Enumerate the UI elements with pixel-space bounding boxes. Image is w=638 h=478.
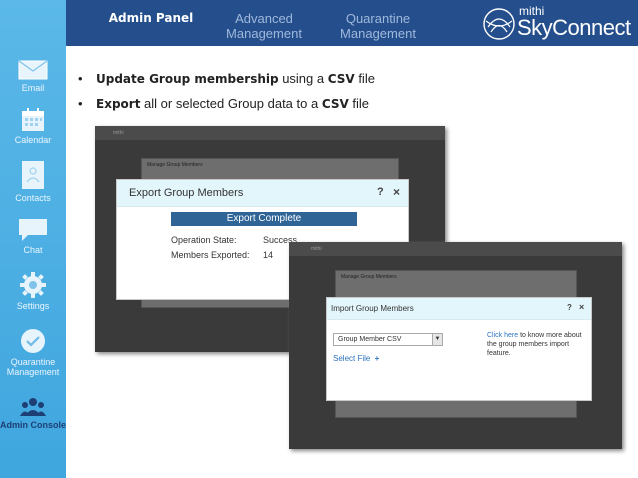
- export-dialog-title: Export Group Members: [129, 187, 244, 199]
- export-dialog-header: Export Group Members ? ×: [117, 180, 408, 207]
- sidebar-item-chat[interactable]: Chat: [0, 218, 66, 255]
- bullet-text: file: [354, 71, 375, 86]
- app-name: mithi: [113, 130, 124, 136]
- close-icon[interactable]: ×: [579, 302, 584, 312]
- chevron-down-icon[interactable]: ▼: [432, 334, 442, 345]
- help-icon[interactable]: ?: [567, 303, 572, 312]
- import-type-value: Group Member CSV: [338, 336, 402, 343]
- skyconnect-logo-icon: [483, 8, 515, 40]
- chat-bubble-icon: [19, 219, 47, 241]
- bullet-update-membership: • Update Group membership using a CSV fil…: [78, 71, 375, 86]
- import-screenshot: mithi Manage Group Members Import Group …: [289, 242, 622, 449]
- sidebar-item-contacts[interactable]: Contacts: [0, 160, 66, 203]
- bullet-marker: •: [78, 71, 83, 86]
- bullet-bold: Update Group membership: [96, 72, 279, 86]
- tab-quarantine-management[interactable]: Quarantine Management: [328, 11, 428, 41]
- manage-members-title: Manage Group Members: [341, 274, 397, 280]
- sidebar-item-email[interactable]: Email: [0, 60, 66, 93]
- sidebar-item-settings[interactable]: Settings: [0, 272, 66, 311]
- bullet-bold: CSV: [321, 97, 349, 111]
- members-exported-value: 14: [263, 250, 274, 260]
- bullet-text: all or selected Group data to a: [140, 96, 322, 111]
- bullet-text: file: [348, 96, 370, 111]
- bullet-bold: CSV: [327, 72, 355, 86]
- import-type-select[interactable]: Group Member CSV ▼: [333, 333, 443, 346]
- sidebar-item-quarantine[interactable]: Quarantine Management: [0, 328, 66, 377]
- sidebar: Email Calendar Contacts Chat Settings Qu…: [0, 0, 66, 478]
- import-help-text: Click here to know more about the group …: [487, 331, 591, 358]
- app-toolbar: [95, 126, 445, 140]
- sidebar-item-label: Settings: [16, 301, 50, 311]
- members-exported-label: Members Exported:: [171, 250, 250, 260]
- select-file-label: Select File: [333, 354, 371, 363]
- sidebar-item-label: Contacts: [15, 193, 51, 203]
- bullet-bold: Export: [96, 97, 141, 111]
- gear-icon: [20, 272, 46, 298]
- help-link[interactable]: Click here: [487, 332, 518, 339]
- sidebar-item-admin-console[interactable]: Admin Console: [0, 397, 66, 430]
- sidebar-item-label: Admin Console: [0, 420, 67, 430]
- bullet-export: • Export all or selected Group data to a …: [78, 96, 369, 111]
- app-toolbar: [289, 242, 622, 256]
- help-icon[interactable]: ?: [377, 186, 384, 198]
- plus-icon: +: [374, 354, 380, 363]
- sidebar-item-calendar[interactable]: Calendar: [0, 108, 66, 145]
- import-dialog-title: Import Group Members: [331, 304, 414, 313]
- select-file-button[interactable]: Select File +: [333, 354, 379, 363]
- app-name: mithi: [311, 246, 322, 252]
- tab-advanced-management[interactable]: Advanced Management: [216, 11, 312, 41]
- calendar-icon: [22, 108, 44, 131]
- users-icon: [20, 398, 46, 416]
- export-status-bar: Export Complete: [171, 212, 357, 226]
- tab-admin-panel[interactable]: Admin Panel: [96, 11, 206, 26]
- shield-check-icon: [21, 329, 45, 353]
- operation-state-label: Operation State:: [171, 235, 237, 245]
- brand-name: SkyConnect: [517, 15, 631, 40]
- sidebar-item-label: Calendar: [14, 135, 52, 145]
- sidebar-item-label: Email: [21, 83, 45, 93]
- close-icon[interactable]: ×: [393, 185, 400, 199]
- bullet-text: using a: [278, 71, 328, 86]
- contacts-icon: [22, 161, 44, 189]
- import-dialog-header: Import Group Members ? ×: [327, 298, 591, 320]
- sidebar-item-label: Chat: [23, 245, 43, 255]
- manage-members-title: Manage Group Members: [147, 162, 203, 168]
- import-dialog: Import Group Members ? × Group Member CS…: [326, 297, 592, 401]
- envelope-icon: [18, 60, 48, 80]
- bullet-marker: •: [78, 96, 83, 111]
- sidebar-item-label: Quarantine Management: [6, 357, 60, 377]
